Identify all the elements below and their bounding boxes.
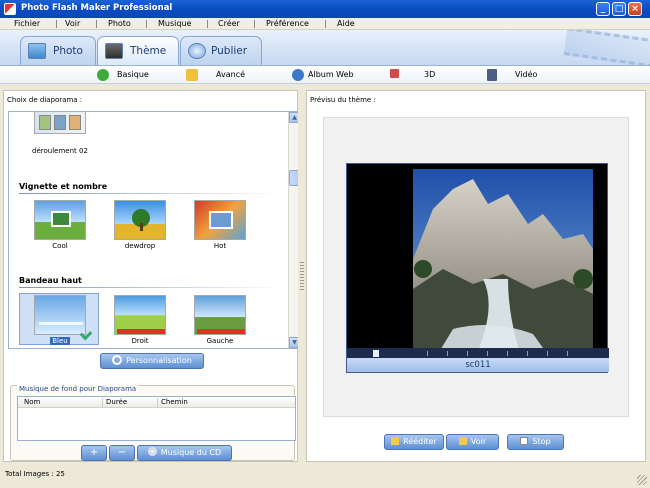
minimize-button[interactable]: _ — [596, 2, 610, 16]
window-title: Photo Flash Maker Professional — [21, 3, 173, 13]
section-title: Bandeau haut — [19, 276, 82, 285]
theme-caption: dewdrop — [124, 242, 156, 250]
title-bar: Photo Flash Maker Professional _ □ × — [0, 0, 650, 18]
tab-publish-label: Publier — [211, 45, 248, 57]
music-list-header: Nom Durée Chemin — [18, 397, 295, 408]
preview-panel: Prévisu du thème : sc011 Rééditer Voir S… — [306, 90, 646, 462]
preview-caption: sc011 — [347, 358, 609, 372]
music-group: Musique de fond pour Diaporama Nom Durée… — [10, 385, 296, 461]
menu-preference[interactable]: Préférence — [266, 19, 309, 28]
resize-grip-icon[interactable] — [637, 475, 647, 485]
customize-button-label: Personnalisation — [126, 356, 192, 365]
theme-thumb-droit[interactable] — [114, 295, 166, 335]
publish-tab-icon — [188, 43, 206, 59]
stop-button-label: Stop — [532, 437, 551, 446]
globe-icon — [292, 69, 304, 81]
replay-button-label: Rééditer — [403, 437, 437, 446]
add-music-button[interactable]: + — [81, 445, 107, 461]
check-icon — [97, 69, 109, 81]
3d-icon — [390, 69, 399, 78]
tab-theme[interactable]: Thème — [97, 36, 179, 65]
menu-help[interactable]: Aide — [337, 19, 355, 28]
theme-caption: déroulement 02 — [32, 147, 88, 155]
cd-icon — [147, 447, 157, 456]
category-video-label: Vidéo — [515, 70, 538, 79]
remove-music-button[interactable]: − — [109, 445, 135, 461]
theme-caption-selected: Bleu — [50, 337, 70, 345]
menu-separator — [146, 20, 147, 28]
play-icon — [458, 437, 467, 445]
stop-icon — [520, 437, 529, 445]
category-advanced-label: Avancé — [216, 70, 246, 79]
theme-thumb-gauche[interactable] — [194, 295, 246, 335]
theme-thumb-bleu[interactable] — [34, 295, 86, 335]
theme-thumb-cool[interactable] — [34, 200, 86, 240]
column-name[interactable]: Nom — [24, 398, 40, 406]
theme-thumb-dewdrop[interactable] — [114, 200, 166, 240]
close-button[interactable]: × — [628, 2, 642, 16]
tab-theme-label: Thème — [130, 45, 167, 57]
menu-music[interactable]: Musique — [158, 19, 191, 28]
main-tabs: Photo Thème Publier — [0, 30, 650, 66]
view-button-label: Voir — [470, 437, 487, 446]
maximize-button[interactable]: □ — [612, 2, 626, 16]
splitter-grip[interactable] — [300, 262, 304, 292]
menu-separator — [254, 20, 255, 28]
theme-category-toolbar: Basique Avancé Album Web 3D Vidéo — [0, 66, 650, 84]
menu-file[interactable]: Fichier — [14, 19, 40, 28]
total-images-status: Total Images : 25 — [5, 470, 65, 478]
theme-caption: Droit — [131, 337, 149, 345]
menu-photo[interactable]: Photo — [108, 19, 131, 28]
film-strip-decoration — [563, 30, 650, 65]
status-bar: Total Images : 25 — [0, 466, 650, 488]
thumbnail-strip[interactable] — [347, 348, 609, 358]
theme-caption: Cool — [52, 242, 68, 250]
preview-area: sc011 — [323, 117, 629, 417]
replay-button[interactable]: Rééditer — [384, 434, 444, 450]
photo-tab-icon — [28, 43, 46, 59]
film-icon — [487, 69, 497, 81]
panel-splitter[interactable] — [298, 90, 306, 462]
category-3d-label: 3D — [424, 70, 436, 79]
menu-separator — [207, 20, 208, 28]
category-web-album-label: Album Web — [308, 70, 354, 79]
theme-tab-icon — [105, 43, 123, 59]
gear-icon — [112, 355, 123, 365]
menu-view[interactable]: Voir — [65, 19, 80, 28]
theme-thumb-hot[interactable] — [194, 200, 246, 240]
theme-chooser-panel: Choix de diaporama : déroulement 02 Vign… — [3, 90, 300, 462]
menu-separator — [96, 20, 97, 28]
menu-create[interactable]: Créer — [218, 19, 240, 28]
edit-icon — [391, 437, 400, 445]
theme-caption: Hot — [213, 242, 227, 250]
category-basic-label: Basique — [117, 70, 149, 79]
preview-photo — [413, 169, 593, 362]
star-icon — [186, 69, 198, 81]
section-divider — [19, 287, 281, 288]
music-group-label: Musique de fond pour Diaporama — [17, 385, 139, 393]
column-path[interactable]: Chemin — [161, 398, 188, 406]
slideshow-player[interactable]: sc011 — [346, 163, 609, 373]
cd-music-button[interactable]: Musique du CD — [137, 445, 232, 461]
section-title: Vignette et nombre — [19, 182, 108, 191]
choice-label: Choix de diaporama : — [7, 96, 83, 104]
menu-bar: Fichier Voir Photo Musique Créer Préfére… — [0, 18, 650, 30]
music-list[interactable]: Nom Durée Chemin — [17, 396, 296, 441]
section-divider — [19, 193, 281, 194]
column-duration[interactable]: Durée — [106, 398, 127, 406]
theme-caption: Gauche — [206, 337, 234, 345]
app-icon — [4, 3, 16, 15]
cd-music-button-label: Musique du CD — [160, 448, 222, 457]
view-button[interactable]: Voir — [446, 434, 499, 450]
theme-gallery[interactable]: déroulement 02 Vignette et nombre Cool d… — [8, 111, 300, 349]
customize-button[interactable]: Personnalisation — [100, 353, 204, 369]
tab-publish[interactable]: Publier — [180, 36, 262, 65]
tab-photo[interactable]: Photo — [20, 36, 96, 65]
tab-photo-label: Photo — [53, 45, 83, 57]
menu-separator — [325, 20, 326, 28]
preview-label: Prévisu du thème : — [310, 96, 376, 104]
theme-thumb-scroll-02[interactable] — [34, 112, 86, 134]
menu-separator — [56, 20, 57, 28]
stop-button[interactable]: Stop — [507, 434, 564, 450]
